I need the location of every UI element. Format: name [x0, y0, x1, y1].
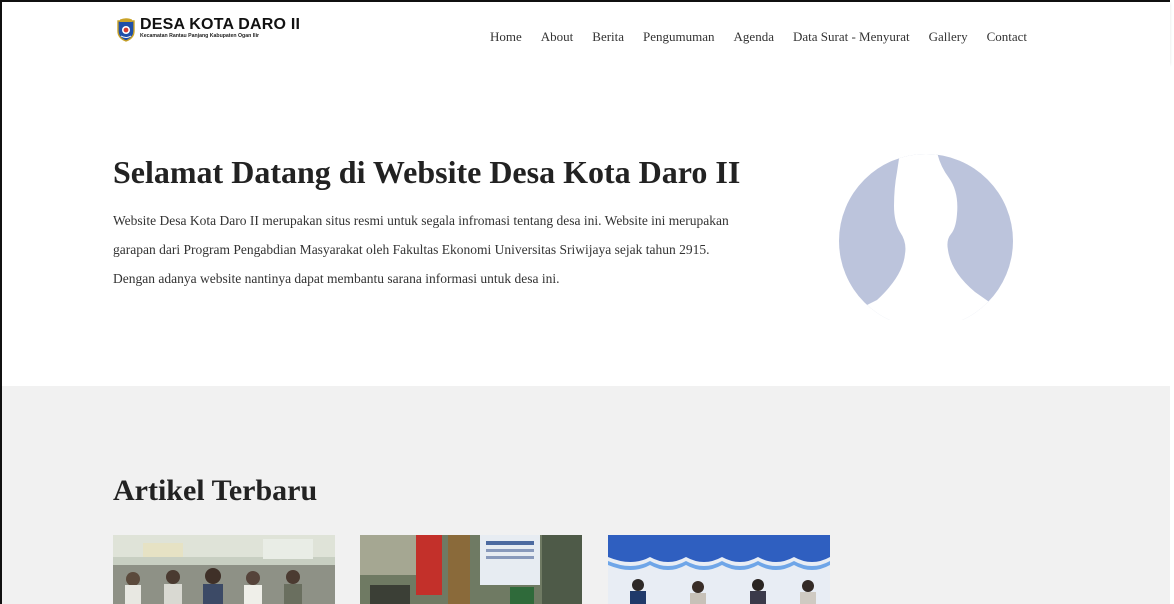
hero-title: Selamat Datang di Website Desa Kota Daro… — [113, 154, 741, 190]
article-thumbnail — [608, 535, 830, 604]
hero-description: Website Desa Kota Daro II merupakan situ… — [113, 213, 729, 286]
article-card[interactable] — [360, 535, 582, 604]
article-thumbnail — [113, 535, 335, 604]
article-thumbnail — [360, 535, 582, 604]
nav-gallery[interactable]: Gallery — [929, 29, 968, 45]
main-nav: Home About Berita Pengumuman Agenda Data… — [490, 29, 1027, 45]
brand-subtitle: Kecamatan Rantau Panjang Kabupaten Ogan … — [140, 33, 260, 39]
nav-contact[interactable]: Contact — [987, 29, 1027, 45]
nav-about[interactable]: About — [541, 29, 574, 45]
village-emblem-icon — [117, 18, 135, 42]
article-card[interactable] — [608, 535, 830, 604]
nav-pengumuman[interactable]: Pengumuman — [643, 29, 715, 45]
user-avatar-icon — [839, 154, 1013, 320]
brand-title: DESA KOTA DARO II — [140, 16, 301, 33]
brand[interactable]: DESA KOTA DARO II Kecamatan Rantau Panja… — [115, 16, 301, 42]
articles-section: Artikel Terbaru — [2, 386, 1170, 604]
navbar: DESA KOTA DARO II Kecamatan Rantau Panja… — [2, 2, 1170, 64]
hero-section: Selamat Datang di Website Desa Kota Daro… — [2, 64, 1170, 386]
articles-title: Artikel Terbaru — [113, 474, 318, 507]
nav-home[interactable]: Home — [490, 29, 522, 45]
nav-agenda[interactable]: Agenda — [734, 29, 774, 45]
article-card[interactable] — [113, 535, 335, 604]
nav-berita[interactable]: Berita — [592, 29, 624, 45]
nav-data-surat[interactable]: Data Surat - Menyurat — [793, 29, 910, 45]
